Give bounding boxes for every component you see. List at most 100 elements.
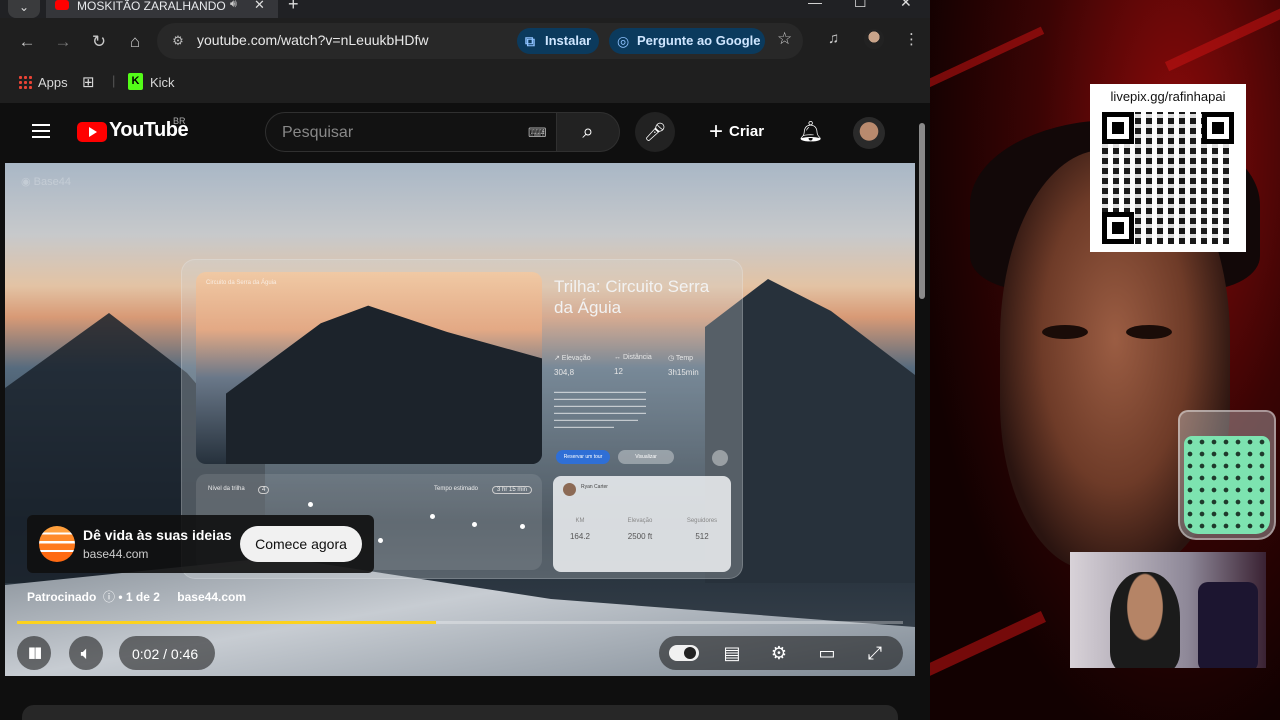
notifications-bell-icon[interactable]: 🔔︎ <box>798 119 823 144</box>
mockup-peak <box>226 305 542 464</box>
mockup-stat-time: ◷ Temp 3h15min <box>668 355 699 377</box>
ad-domain[interactable]: base44.com <box>83 547 148 561</box>
ad-link[interactable]: base44.com <box>177 590 246 604</box>
trail-time-label: Tempo estimado <box>434 486 479 492</box>
search-input[interactable]: Pesquisar ⌨ <box>265 112 566 152</box>
search-button[interactable]: ⌕ <box>556 112 620 152</box>
webcam-streamer <box>1110 572 1180 668</box>
theater-mode-icon[interactable]: ▭ <box>810 636 844 670</box>
tab-title: MOSKITÃO ZARALHANDO <box>77 0 226 13</box>
webcam-feed <box>1070 552 1266 668</box>
video-player[interactable]: ◉ Base44 Circuito da Serra da Águia Tril… <box>5 163 915 676</box>
donation-qr-panel: livepix.gg/rafinhapai <box>1090 84 1246 252</box>
microphone-icon: 🎤︎ <box>643 122 667 142</box>
tab-bar: ⌄ MOSKITÃO ZARALHANDO 🔊︎ ✕ + — ☐ ✕ <box>0 0 930 18</box>
maximize-button[interactable]: ☐ <box>854 0 867 11</box>
progress-played <box>17 621 437 624</box>
new-tab-button[interactable]: + <box>288 0 299 15</box>
media-control-icon[interactable]: ♫ <box>828 30 839 47</box>
mockup-card-stat-followers: Seguidores 512 <box>686 518 718 541</box>
apps-icon <box>18 75 32 89</box>
lens-icon: ◎ <box>617 33 630 49</box>
search-icon: ⌕ <box>582 121 594 143</box>
ad-sponsor-line: Patrocinado ⓘ • 1 de 2 base44.com <box>27 588 246 605</box>
ad-info-icon[interactable]: ⓘ <box>100 590 115 604</box>
trail-point <box>520 524 525 529</box>
fullscreen-icon[interactable]: ⤢ <box>858 636 892 670</box>
youtube-header: YouTube BR Pesquisar ⌨ ⌕ 🎤︎ + Criar 🔔︎ <box>0 103 916 161</box>
profile-avatar[interactable] <box>864 29 884 49</box>
pause-button[interactable]: ▮▮ <box>17 636 51 670</box>
menu-icon[interactable] <box>32 124 50 138</box>
ad-overlay-card[interactable]: Dê vida às suas ideias base44.com Comece… <box>27 515 374 573</box>
progress-bar[interactable] <box>17 621 903 624</box>
close-tab-icon[interactable]: ✕ <box>254 0 265 13</box>
back-button[interactable]: ← <box>16 32 38 52</box>
site-info-icon[interactable]: ⚙ <box>169 32 187 50</box>
home-button[interactable]: ⌂ <box>124 32 146 52</box>
forward-button[interactable]: → <box>52 32 74 52</box>
youtube-avatar[interactable] <box>853 117 885 149</box>
autoplay-toggle[interactable] <box>669 645 699 661</box>
mockup-title: Trilha: Circuito Serra da Águia <box>554 277 710 317</box>
avatar-art-eye <box>1126 325 1172 339</box>
tip-jar-contents <box>1184 436 1270 534</box>
scrollbar-thumb[interactable] <box>919 123 925 299</box>
mockup-stat-distance: ↔ Distância 12 <box>614 354 652 376</box>
subtitles-icon[interactable]: ▤ <box>715 636 749 670</box>
sponsored-label: Patrocinado <box>27 590 97 604</box>
country-code: BR <box>173 116 186 126</box>
kick-icon: K <box>128 73 143 90</box>
ad-title[interactable]: Dê vida às suas ideias <box>83 527 232 543</box>
create-label: Criar <box>729 123 765 140</box>
background-streak <box>930 26 1045 102</box>
mockup-round-button <box>712 450 728 466</box>
url-text[interactable]: youtube.com/watch?v=nLeuukbHDfw <box>197 32 429 48</box>
qr-finder <box>1102 212 1134 244</box>
tab-groups-icon[interactable]: ⊞ <box>82 73 95 91</box>
settings-gear-icon[interactable]: ⚙ <box>762 636 796 670</box>
trail-point <box>308 502 313 507</box>
qr-url-label: livepix.gg/rafinhapai <box>1110 89 1226 104</box>
ask-google-label: Pergunte ao Google <box>637 33 761 48</box>
mockup-photo: Circuito da Serra da Águia <box>196 272 542 464</box>
plus-icon: + <box>709 118 724 145</box>
video-watermark: ◉ Base44 <box>21 176 71 188</box>
stream-overlay: livepix.gg/rafinhapai <box>930 0 1280 720</box>
time-display: 0:02 / 0:46 <box>132 646 199 662</box>
install-icon: ⧉ <box>525 33 535 49</box>
trail-point <box>430 514 435 519</box>
browser-toolbar: ← → ↻ ⌂ ⚙ youtube.com/watch?v=nLeuukbHDf… <box>0 18 930 65</box>
speaker-icon[interactable]: 🔊︎ <box>230 0 237 11</box>
mockup-photo-caption: Circuito da Serra da Águia <box>206 280 277 286</box>
bookmark-kick[interactable]: Kick <box>150 75 175 90</box>
bookmark-star-icon[interactable]: ☆ <box>777 29 792 49</box>
trail-point <box>472 522 477 527</box>
trail-point <box>378 538 383 543</box>
ask-google-chip[interactable]: ◎ Pergunte ao Google <box>609 28 765 54</box>
voice-search-button[interactable]: 🎤︎ <box>635 112 675 152</box>
tab-search-button[interactable]: ⌄ <box>8 0 40 18</box>
youtube-logo-icon[interactable] <box>77 122 107 142</box>
mockup-card-avatar <box>563 483 576 496</box>
page-scrollbar[interactable] <box>916 115 926 705</box>
keyboard-icon[interactable]: ⌨ <box>528 125 547 141</box>
close-window-button[interactable]: ✕ <box>900 0 912 11</box>
address-bar[interactable]: ⚙ youtube.com/watch?v=nLeuukbHDfw ⧉ Inst… <box>157 23 803 59</box>
mockup-card-name: Ryan Carter <box>581 484 608 490</box>
reload-button[interactable]: ↻ <box>88 32 110 52</box>
tab-youtube[interactable]: MOSKITÃO ZARALHANDO 🔊︎ ✕ <box>46 0 278 18</box>
ad-position: • 1 de 2 <box>118 590 160 604</box>
volume-icon[interactable]: 🔈︎ <box>69 636 103 670</box>
avatar-art-eye <box>1042 325 1088 339</box>
ad-cta-button[interactable]: Comece agora <box>240 526 362 562</box>
mockup-secondary-button: Visualizar <box>618 450 674 464</box>
base44-logo-icon[interactable] <box>39 526 75 562</box>
install-chip[interactable]: ⧉ Instalar <box>517 28 599 54</box>
bookmark-divider: | <box>112 73 116 88</box>
browser-menu-icon[interactable]: ⋮ <box>904 30 919 48</box>
bookmark-apps[interactable]: Apps <box>38 75 68 90</box>
minimize-button[interactable]: — <box>808 0 822 10</box>
create-button[interactable]: + Criar <box>699 112 764 152</box>
bookmarks-bar: Apps ⊞ | K Kick <box>0 65 930 101</box>
